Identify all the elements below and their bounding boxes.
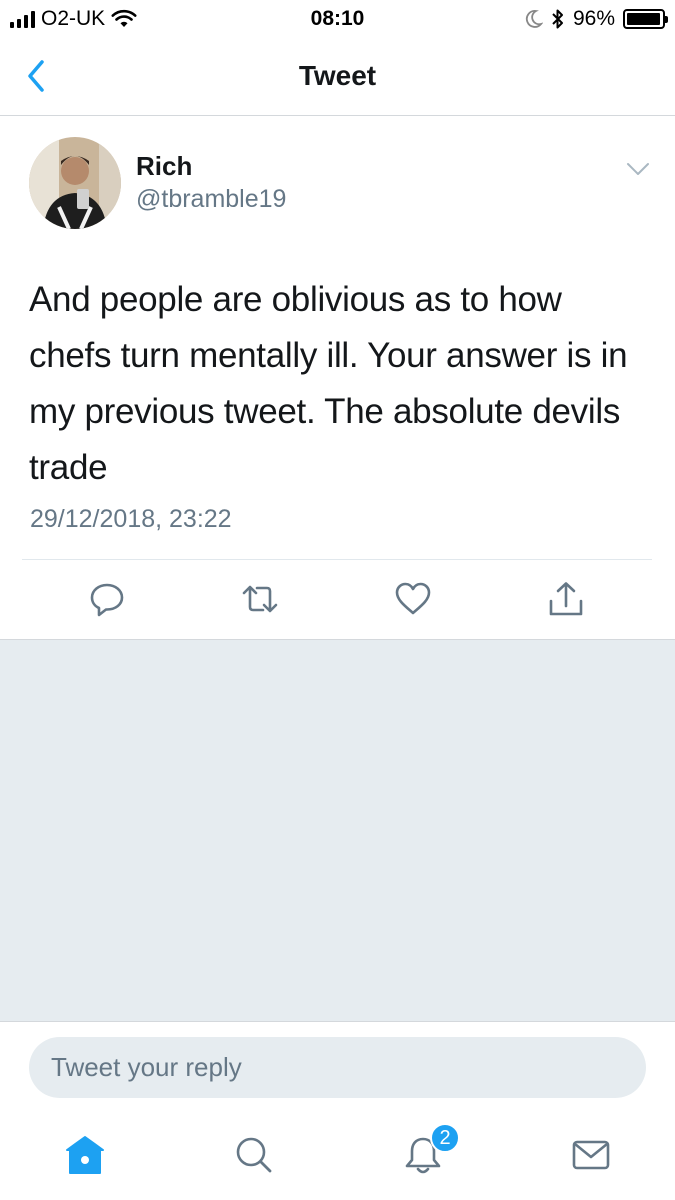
tweet-text: And people are oblivious as to how chefs… [29,280,628,487]
status-right: 96% [525,7,668,31]
empty-replies-area [0,639,675,1021]
author-name[interactable]: Rich [136,151,192,182]
moon-icon [525,10,543,28]
page-title: Tweet [298,60,377,91]
avatar[interactable] [29,137,121,229]
share-button[interactable] [546,579,586,619]
bluetooth-icon [552,9,563,29]
reply-bar: Tweet your reply [0,1021,675,1113]
more-options-button[interactable] [624,155,652,183]
status-bar: O2-UK 08:10 96% [0,0,675,38]
battery-icon [623,9,668,29]
reply-input[interactable]: Tweet your reply [29,1037,646,1098]
reply-button[interactable] [87,579,127,619]
tweet-timestamp: 29/12/2018, 23:22 [30,505,232,533]
messages-icon [572,1140,610,1170]
nav-bar: Tweet [0,38,675,116]
notifications-badge: 2 [430,1123,460,1153]
tab-search[interactable] [232,1133,276,1177]
retweet-button[interactable] [240,579,280,619]
avatar-image [29,137,121,229]
search-icon [236,1137,272,1173]
tweet-detail: Rich @tbramble19 And people are obliviou… [0,117,675,639]
chevron-down-icon [627,163,649,175]
battery-percent: 96% [572,7,615,30]
retweet-icon [242,585,278,613]
tab-home[interactable] [63,1133,107,1177]
reply-icon [90,583,124,617]
home-icon [66,1136,104,1174]
tab-bar: 2 [0,1113,675,1200]
like-icon [395,582,431,615]
tab-messages[interactable] [569,1133,613,1177]
divider [22,559,652,560]
share-icon [549,582,583,616]
like-button[interactable] [393,579,433,619]
author-handle[interactable]: @tbramble19 [136,185,286,214]
